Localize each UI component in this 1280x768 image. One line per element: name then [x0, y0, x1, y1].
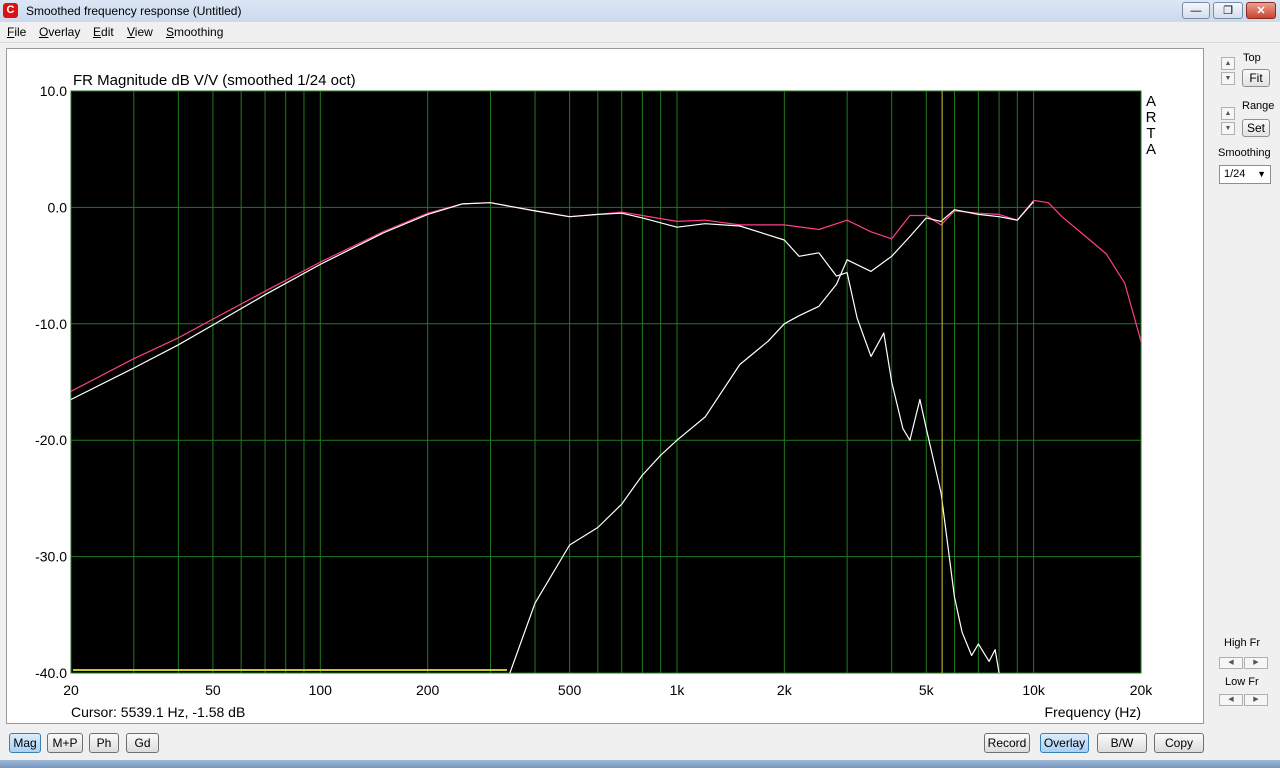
- x-tick-label: 50: [205, 682, 221, 698]
- y-tick-label: 10.0: [40, 83, 67, 99]
- phase-button[interactable]: Ph: [89, 733, 119, 753]
- group-delay-button[interactable]: Gd: [126, 733, 159, 753]
- x-tick-label: 20: [63, 682, 79, 698]
- x-axis-label: Frequency (Hz): [1045, 704, 1141, 720]
- low-freq-left-arrow[interactable]: ◀: [1219, 694, 1243, 706]
- x-tick-label: 500: [558, 682, 582, 698]
- arta-watermark-letter: R: [1146, 109, 1157, 126]
- y-tick-label: -20.0: [35, 432, 67, 448]
- mag-button[interactable]: Mag: [9, 733, 41, 753]
- y-tick-label: 0.0: [48, 199, 68, 215]
- overlay-button[interactable]: Overlay: [1040, 733, 1089, 753]
- frequency-response-chart[interactable]: FR Magnitude dB V/V (smoothed 1/24 oct) …: [0, 0, 1280, 768]
- arta-watermark-letter: A: [1146, 141, 1156, 158]
- x-tick-label: 20k: [1130, 682, 1154, 698]
- y-tick-label: -10.0: [35, 316, 67, 332]
- copy-button[interactable]: Copy: [1154, 733, 1204, 753]
- y-tick-label: -40.0: [35, 665, 67, 681]
- chart-title: FR Magnitude dB V/V (smoothed 1/24 oct): [73, 72, 356, 89]
- smoothing-select[interactable]: 1/24 ▼: [1219, 165, 1271, 184]
- chevron-down-icon: ▼: [1257, 169, 1266, 179]
- plot-area[interactable]: [71, 91, 1141, 673]
- black-white-button[interactable]: B/W: [1097, 733, 1147, 753]
- smoothing-value: 1/24: [1224, 168, 1246, 180]
- arta-watermark-letter: A: [1146, 93, 1156, 110]
- range-up-arrow[interactable]: ▲: [1221, 107, 1235, 120]
- y-tick-label: -30.0: [35, 549, 67, 565]
- x-tick-label: 100: [309, 682, 333, 698]
- set-button[interactable]: Set: [1242, 119, 1270, 137]
- x-tick-label: 5k: [919, 682, 935, 698]
- x-tick-label: 2k: [777, 682, 793, 698]
- magnitude-phase-button[interactable]: M+P: [47, 733, 83, 753]
- top-up-arrow[interactable]: ▲: [1221, 57, 1235, 70]
- high-freq-right-arrow[interactable]: ▶: [1244, 657, 1268, 669]
- x-tick-label: 200: [416, 682, 440, 698]
- top-label: Top: [1243, 52, 1261, 64]
- top-down-arrow[interactable]: ▼: [1221, 72, 1235, 85]
- low-freq-right-arrow[interactable]: ▶: [1244, 694, 1268, 706]
- arta-watermark-letter: T: [1146, 125, 1155, 142]
- high-freq-left-arrow[interactable]: ◀: [1219, 657, 1243, 669]
- cursor-readout: Cursor: 5539.1 Hz, -1.58 dB: [71, 704, 245, 720]
- fit-button[interactable]: Fit: [1242, 69, 1270, 87]
- x-tick-label: 10k: [1022, 682, 1046, 698]
- high-freq-label: High Fr: [1224, 637, 1261, 649]
- x-tick-label: 1k: [670, 682, 686, 698]
- taskbar: [0, 760, 1280, 768]
- smoothing-label: Smoothing: [1218, 147, 1271, 159]
- range-down-arrow[interactable]: ▼: [1221, 122, 1235, 135]
- side-panel: ▲ ▼ Top Fit ▲ ▼ Range Set Smoothing 1/24…: [1210, 48, 1280, 728]
- range-label: Range: [1242, 100, 1275, 112]
- low-freq-label: Low Fr: [1225, 676, 1259, 688]
- record-button[interactable]: Record: [984, 733, 1030, 753]
